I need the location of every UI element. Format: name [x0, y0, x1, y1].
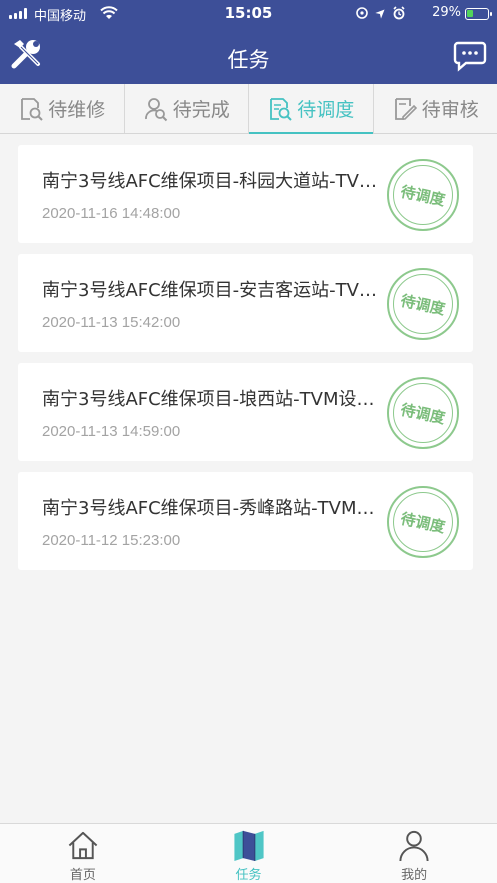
task-time: 2020-11-12 15:23:00 — [42, 532, 181, 549]
task-title: 南宁3号线AFC维保项目-科园大道站-TVM设备故障 — [42, 171, 382, 192]
nav-profile[interactable]: 我的 — [331, 824, 497, 883]
user-icon — [399, 830, 429, 862]
status-bar: 中国移动 15:05 29% — [0, 0, 497, 26]
task-time: 2020-11-16 14:48:00 — [42, 205, 181, 222]
status-stamp: 待调度 — [387, 377, 459, 449]
tab-label: 待完成 — [172, 99, 230, 121]
task-card[interactable]: 南宁3号线AFC维保项目-安吉客运站-TVM设备故障 2020-11-13 15… — [18, 254, 473, 352]
task-card[interactable]: 南宁3号线AFC维保项目-科园大道站-TVM设备故障 2020-11-16 14… — [18, 145, 473, 243]
tab-label: 待审核 — [421, 99, 479, 121]
stamp-label: 待调度 — [399, 509, 447, 537]
tab-label: 待维修 — [48, 99, 106, 121]
task-title: 南宁3号线AFC维保项目-安吉客运站-TVM设备故障 — [42, 280, 382, 301]
tab-pending-repair[interactable]: 待维修 — [0, 84, 125, 133]
nav-label: 首页 — [69, 868, 96, 883]
tab-bar: 待维修 待完成 待调度 待审核 — [0, 84, 497, 134]
task-title: 南宁3号线AFC维保项目-埌西站-TVM设备故障 — [42, 389, 382, 410]
battery-icon — [465, 8, 492, 20]
nav-home[interactable]: 首页 — [0, 824, 166, 883]
nav-tasks[interactable]: 任务 — [166, 824, 332, 883]
task-card[interactable]: 南宁3号线AFC维保项目-秀峰路站-TVM设备故障 2020-11-12 15:… — [18, 472, 473, 570]
map-icon — [233, 830, 264, 862]
task-card[interactable]: 南宁3号线AFC维保项目-埌西站-TVM设备故障 2020-11-13 14:5… — [18, 363, 473, 461]
task-time: 2020-11-13 14:59:00 — [42, 423, 181, 440]
page-title: 任务 — [227, 48, 270, 72]
stamp-label: 待调度 — [399, 400, 447, 428]
bottom-nav: 首页 任务 我的 — [0, 823, 497, 883]
status-indicator-icons — [356, 6, 405, 20]
status-time: 15:05 — [224, 4, 273, 22]
task-list: 南宁3号线AFC维保项目-科园大道站-TVM设备故障 2020-11-16 14… — [18, 145, 473, 581]
tab-pending-complete[interactable]: 待完成 — [125, 84, 249, 133]
battery-percent: 29% — [432, 5, 461, 20]
top-bar: 中国移动 15:05 29% 任务 — [0, 0, 497, 84]
nav-label: 我的 — [401, 868, 428, 883]
repair-doc-icon — [21, 97, 43, 121]
status-stamp: 待调度 — [387, 159, 459, 231]
task-time: 2020-11-13 15:42:00 — [42, 314, 181, 331]
stamp-label: 待调度 — [399, 182, 447, 210]
chat-icon[interactable] — [453, 38, 487, 72]
tab-pending-schedule[interactable]: 待调度 — [249, 84, 374, 134]
schedule-doc-icon — [270, 97, 292, 121]
status-stamp: 待调度 — [387, 268, 459, 340]
tab-pending-review[interactable]: 待审核 — [374, 84, 497, 133]
status-stamp: 待调度 — [387, 486, 459, 558]
user-search-icon — [144, 97, 167, 121]
home-icon — [68, 831, 98, 860]
nav-label: 任务 — [235, 868, 262, 883]
stamp-label: 待调度 — [399, 291, 447, 319]
review-doc-icon — [394, 97, 417, 120]
task-title: 南宁3号线AFC维保项目-秀峰路站-TVM设备故障 — [42, 498, 382, 519]
tab-label: 待调度 — [297, 99, 355, 121]
